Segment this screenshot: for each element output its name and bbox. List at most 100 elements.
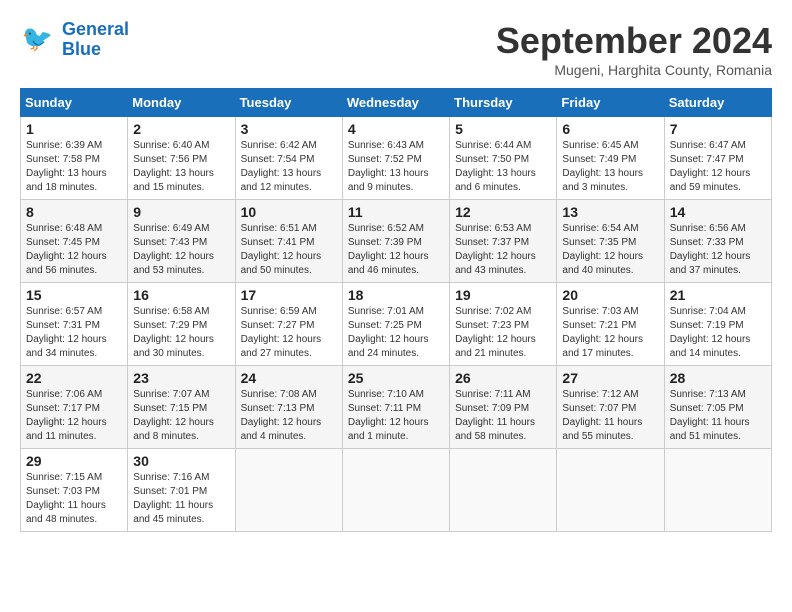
calendar-cell: 15 Sunrise: 6:57 AM Sunset: 7:31 PM Dayl…	[21, 283, 128, 366]
day-info: Sunrise: 6:45 AM Sunset: 7:49 PM Dayligh…	[562, 139, 658, 195]
calendar-cell: 4 Sunrise: 6:43 AM Sunset: 7:52 PM Dayli…	[342, 117, 449, 200]
calendar-cell: 29 Sunrise: 7:15 AM Sunset: 7:03 PM Dayl…	[21, 449, 128, 532]
calendar-cell: 7 Sunrise: 6:47 AM Sunset: 7:47 PM Dayli…	[664, 117, 771, 200]
calendar-cell: 6 Sunrise: 6:45 AM Sunset: 7:49 PM Dayli…	[557, 117, 664, 200]
calendar-cell: 16 Sunrise: 6:58 AM Sunset: 7:29 PM Dayl…	[128, 283, 235, 366]
day-number: 2	[133, 121, 229, 137]
day-of-week-header: Tuesday	[235, 89, 342, 117]
calendar-cell: 10 Sunrise: 6:51 AM Sunset: 7:41 PM Dayl…	[235, 200, 342, 283]
day-info: Sunrise: 7:07 AM Sunset: 7:15 PM Dayligh…	[133, 388, 229, 444]
calendar-cell: 13 Sunrise: 6:54 AM Sunset: 7:35 PM Dayl…	[557, 200, 664, 283]
day-info: Sunrise: 7:10 AM Sunset: 7:11 PM Dayligh…	[348, 388, 444, 444]
calendar-table: SundayMondayTuesdayWednesdayThursdayFrid…	[20, 88, 772, 532]
day-number: 6	[562, 121, 658, 137]
day-info: Sunrise: 6:56 AM Sunset: 7:33 PM Dayligh…	[670, 222, 766, 278]
day-info: Sunrise: 7:11 AM Sunset: 7:09 PM Dayligh…	[455, 388, 551, 444]
calendar-cell	[342, 449, 449, 532]
day-of-week-header: Sunday	[21, 89, 128, 117]
day-info: Sunrise: 6:54 AM Sunset: 7:35 PM Dayligh…	[562, 222, 658, 278]
calendar-cell: 27 Sunrise: 7:12 AM Sunset: 7:07 PM Dayl…	[557, 366, 664, 449]
day-info: Sunrise: 6:42 AM Sunset: 7:54 PM Dayligh…	[241, 139, 337, 195]
calendar-cell	[235, 449, 342, 532]
day-number: 29	[26, 453, 122, 469]
logo-text: General Blue	[62, 20, 129, 60]
day-number: 16	[133, 287, 229, 303]
calendar-cell: 23 Sunrise: 7:07 AM Sunset: 7:15 PM Dayl…	[128, 366, 235, 449]
day-of-week-header: Saturday	[664, 89, 771, 117]
day-info: Sunrise: 6:58 AM Sunset: 7:29 PM Dayligh…	[133, 305, 229, 361]
month-title: September 2024	[496, 20, 772, 62]
calendar-cell: 24 Sunrise: 7:08 AM Sunset: 7:13 PM Dayl…	[235, 366, 342, 449]
day-number: 22	[26, 370, 122, 386]
day-number: 25	[348, 370, 444, 386]
calendar-cell: 22 Sunrise: 7:06 AM Sunset: 7:17 PM Dayl…	[21, 366, 128, 449]
title-block: September 2024 Mugeni, Harghita County, …	[496, 20, 772, 78]
day-info: Sunrise: 7:13 AM Sunset: 7:05 PM Dayligh…	[670, 388, 766, 444]
day-info: Sunrise: 7:01 AM Sunset: 7:25 PM Dayligh…	[348, 305, 444, 361]
calendar-cell: 18 Sunrise: 7:01 AM Sunset: 7:25 PM Dayl…	[342, 283, 449, 366]
logo-icon: 🐦	[20, 22, 56, 58]
day-info: Sunrise: 6:44 AM Sunset: 7:50 PM Dayligh…	[455, 139, 551, 195]
calendar-cell: 1 Sunrise: 6:39 AM Sunset: 7:58 PM Dayli…	[21, 117, 128, 200]
calendar-cell: 17 Sunrise: 6:59 AM Sunset: 7:27 PM Dayl…	[235, 283, 342, 366]
day-number: 27	[562, 370, 658, 386]
day-info: Sunrise: 7:08 AM Sunset: 7:13 PM Dayligh…	[241, 388, 337, 444]
calendar-cell	[664, 449, 771, 532]
day-of-week-header: Monday	[128, 89, 235, 117]
page-header: 🐦 General Blue September 2024 Mugeni, Ha…	[20, 20, 772, 78]
calendar-cell: 26 Sunrise: 7:11 AM Sunset: 7:09 PM Dayl…	[450, 366, 557, 449]
day-number: 12	[455, 204, 551, 220]
day-number: 1	[26, 121, 122, 137]
calendar-cell: 30 Sunrise: 7:16 AM Sunset: 7:01 PM Dayl…	[128, 449, 235, 532]
day-number: 26	[455, 370, 551, 386]
calendar-cell: 2 Sunrise: 6:40 AM Sunset: 7:56 PM Dayli…	[128, 117, 235, 200]
day-info: Sunrise: 6:49 AM Sunset: 7:43 PM Dayligh…	[133, 222, 229, 278]
day-number: 7	[670, 121, 766, 137]
day-number: 17	[241, 287, 337, 303]
calendar-cell: 20 Sunrise: 7:03 AM Sunset: 7:21 PM Dayl…	[557, 283, 664, 366]
day-info: Sunrise: 6:51 AM Sunset: 7:41 PM Dayligh…	[241, 222, 337, 278]
day-info: Sunrise: 6:48 AM Sunset: 7:45 PM Dayligh…	[26, 222, 122, 278]
day-info: Sunrise: 7:06 AM Sunset: 7:17 PM Dayligh…	[26, 388, 122, 444]
day-number: 13	[562, 204, 658, 220]
day-number: 14	[670, 204, 766, 220]
calendar-cell	[557, 449, 664, 532]
day-number: 30	[133, 453, 229, 469]
calendar-cell: 25 Sunrise: 7:10 AM Sunset: 7:11 PM Dayl…	[342, 366, 449, 449]
calendar-cell: 8 Sunrise: 6:48 AM Sunset: 7:45 PM Dayli…	[21, 200, 128, 283]
day-number: 21	[670, 287, 766, 303]
calendar-cell: 3 Sunrise: 6:42 AM Sunset: 7:54 PM Dayli…	[235, 117, 342, 200]
day-number: 8	[26, 204, 122, 220]
day-info: Sunrise: 7:04 AM Sunset: 7:19 PM Dayligh…	[670, 305, 766, 361]
svg-text:🐦: 🐦	[22, 25, 53, 53]
location: Mugeni, Harghita County, Romania	[496, 62, 772, 78]
day-info: Sunrise: 6:59 AM Sunset: 7:27 PM Dayligh…	[241, 305, 337, 361]
day-number: 15	[26, 287, 122, 303]
day-of-week-header: Thursday	[450, 89, 557, 117]
day-number: 3	[241, 121, 337, 137]
day-of-week-header: Friday	[557, 89, 664, 117]
day-number: 4	[348, 121, 444, 137]
day-info: Sunrise: 6:39 AM Sunset: 7:58 PM Dayligh…	[26, 139, 122, 195]
day-number: 5	[455, 121, 551, 137]
calendar-cell: 28 Sunrise: 7:13 AM Sunset: 7:05 PM Dayl…	[664, 366, 771, 449]
calendar-cell: 12 Sunrise: 6:53 AM Sunset: 7:37 PM Dayl…	[450, 200, 557, 283]
day-info: Sunrise: 7:12 AM Sunset: 7:07 PM Dayligh…	[562, 388, 658, 444]
calendar-cell: 14 Sunrise: 6:56 AM Sunset: 7:33 PM Dayl…	[664, 200, 771, 283]
calendar-cell: 21 Sunrise: 7:04 AM Sunset: 7:19 PM Dayl…	[664, 283, 771, 366]
day-info: Sunrise: 6:52 AM Sunset: 7:39 PM Dayligh…	[348, 222, 444, 278]
calendar-cell: 19 Sunrise: 7:02 AM Sunset: 7:23 PM Dayl…	[450, 283, 557, 366]
day-number: 9	[133, 204, 229, 220]
calendar-cell	[450, 449, 557, 532]
day-info: Sunrise: 7:03 AM Sunset: 7:21 PM Dayligh…	[562, 305, 658, 361]
day-number: 20	[562, 287, 658, 303]
day-info: Sunrise: 7:16 AM Sunset: 7:01 PM Dayligh…	[133, 471, 229, 527]
day-number: 24	[241, 370, 337, 386]
day-info: Sunrise: 6:57 AM Sunset: 7:31 PM Dayligh…	[26, 305, 122, 361]
day-number: 10	[241, 204, 337, 220]
day-info: Sunrise: 6:43 AM Sunset: 7:52 PM Dayligh…	[348, 139, 444, 195]
calendar-cell: 9 Sunrise: 6:49 AM Sunset: 7:43 PM Dayli…	[128, 200, 235, 283]
day-number: 18	[348, 287, 444, 303]
day-number: 28	[670, 370, 766, 386]
logo: 🐦 General Blue	[20, 20, 129, 60]
